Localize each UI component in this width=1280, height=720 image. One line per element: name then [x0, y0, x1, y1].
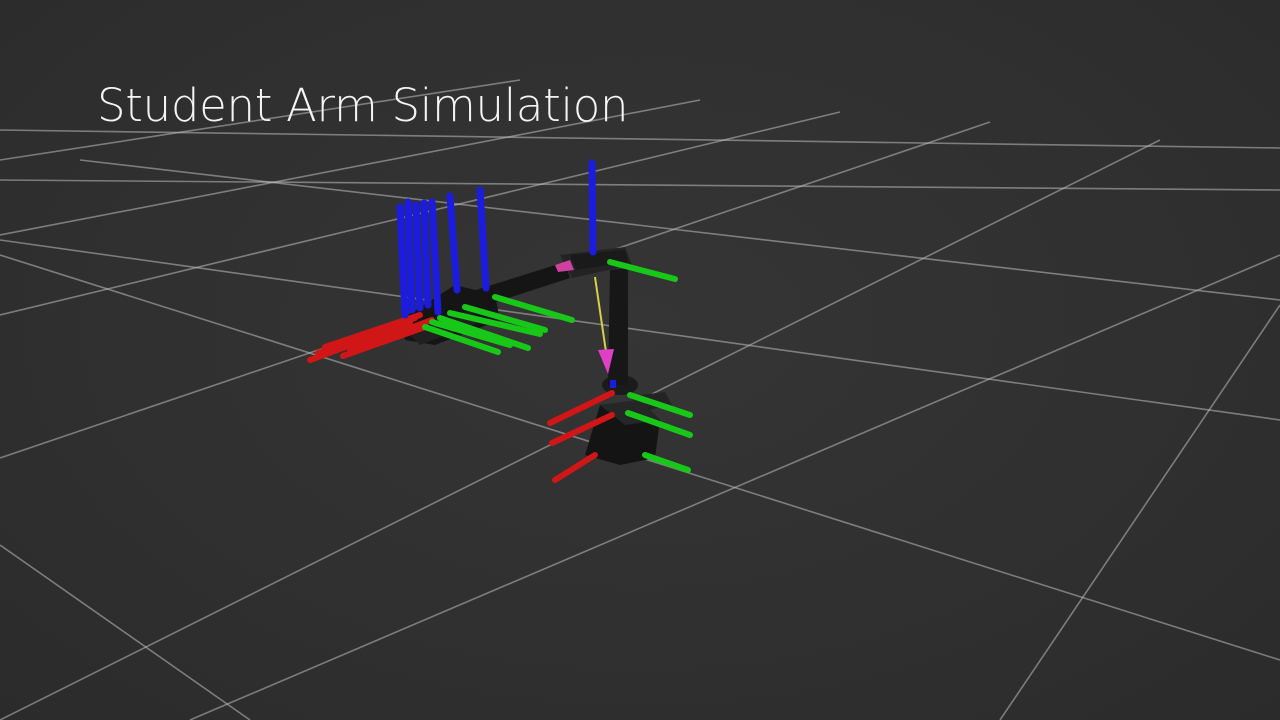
arm-column-link — [608, 268, 628, 385]
3d-viewport[interactable]: Student Arm Simulation — [0, 0, 1280, 720]
slide-title: Student Arm Simulation — [97, 79, 629, 132]
joint-marker — [610, 380, 616, 388]
